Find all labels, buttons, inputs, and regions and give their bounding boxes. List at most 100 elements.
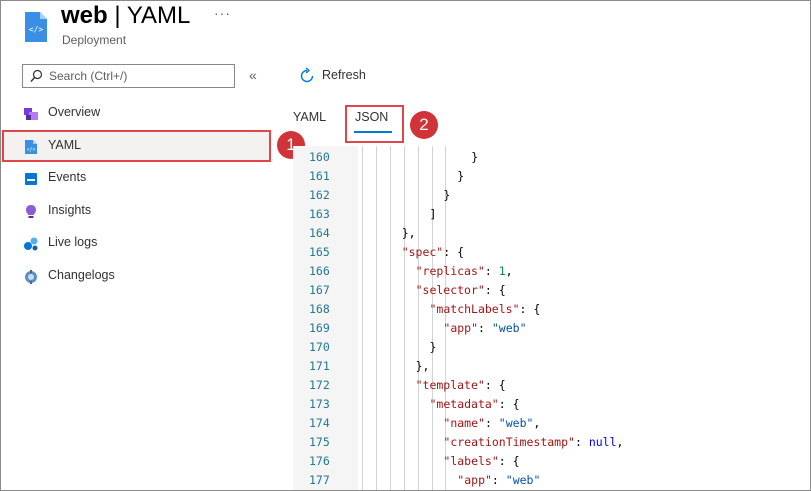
line-number: 177 — [309, 473, 330, 487]
yaml-file-icon: </> — [25, 12, 47, 42]
code-token: 1 — [498, 264, 506, 278]
code-line: 168 "matchLabels": { — [293, 298, 810, 317]
code-token: : { — [519, 302, 541, 316]
code-token: "web" — [491, 321, 527, 335]
code-text: "replicas": 1, — [416, 264, 513, 278]
code-text: } — [471, 150, 478, 164]
code-token: : { — [484, 283, 506, 297]
sidebar-item-insights[interactable]: Insights — [1, 195, 271, 228]
code-token: "selector" — [415, 283, 485, 297]
line-number: 163 — [309, 207, 330, 221]
code-token: }, — [401, 226, 416, 240]
more-button[interactable]: ··· — [214, 5, 231, 21]
json-editor[interactable]: 160} 161} 162} 163] 164}, 165 "spec": {166 "rep… — [293, 146, 810, 490]
line-number: 173 — [309, 397, 330, 411]
code-token: "spec" — [401, 245, 444, 259]
code-text: "matchLabels": { — [430, 302, 541, 316]
code-text: }, — [416, 359, 430, 373]
events-icon — [25, 173, 37, 185]
line-number: 170 — [309, 340, 330, 354]
code-text: "spec": { — [402, 245, 464, 259]
code-token: "labels" — [443, 454, 499, 468]
line-number: 160 — [309, 150, 330, 164]
code-line: 169 "app": "web" — [293, 317, 810, 336]
overview-icon — [24, 108, 38, 120]
code-token: : — [574, 435, 589, 449]
sidebar-item-live-logs[interactable]: Live logs — [1, 227, 271, 260]
annotation-highlight-yaml — [2, 129, 271, 162]
code-text: }, — [402, 226, 416, 240]
code-line: 160} — [293, 146, 810, 165]
live-logs-icon — [24, 237, 38, 251]
line-number: 164 — [309, 226, 330, 240]
code-text: "template": { — [416, 378, 506, 392]
refresh-label: Refresh — [322, 68, 366, 82]
code-token: : { — [443, 245, 465, 259]
line-number: 165 — [309, 245, 330, 259]
line-number: 176 — [309, 454, 330, 468]
sidebar-item-label: Changelogs — [48, 267, 115, 282]
sidebar-item-label: YAML — [48, 137, 82, 152]
code-line: 170} — [293, 336, 810, 355]
collapse-sidebar-button[interactable]: « — [249, 67, 257, 83]
code-line: 164}, — [293, 222, 810, 241]
code-line: 163] — [293, 203, 810, 222]
code-token: null — [588, 435, 617, 449]
search-icon — [30, 69, 43, 82]
code-token: , — [505, 264, 513, 278]
code-token: "metadata" — [429, 397, 499, 411]
code-token: "template" — [415, 378, 485, 392]
code-line: 176 "labels": { — [293, 450, 810, 469]
code-token: "name" — [443, 416, 485, 430]
code-line: 167 "selector": { — [293, 279, 810, 298]
tab-yaml[interactable]: YAML — [293, 110, 326, 124]
code-line: 162} — [293, 184, 810, 203]
code-token: , — [616, 435, 624, 449]
code-token: ] — [429, 207, 437, 221]
sidebar-item-label: Events — [48, 170, 87, 184]
code-token: "app" — [457, 473, 492, 487]
sidebar-item-changelogs[interactable]: Changelogs — [1, 260, 271, 293]
page-title-resource: web — [61, 2, 108, 29]
insights-icon — [26, 204, 36, 218]
code-text: } — [443, 188, 450, 202]
code-token: } — [457, 169, 465, 183]
code-text: } — [457, 169, 464, 183]
code-token: "app" — [443, 321, 479, 335]
line-number: 172 — [309, 378, 330, 392]
sidebar-nav: Overview </> YAML Events Insights Live l… — [1, 97, 271, 292]
code-token: : { — [484, 378, 506, 392]
code-line: 175 "creationTimestamp": null, — [293, 431, 810, 450]
line-number: 175 — [309, 435, 330, 449]
line-number: 166 — [309, 264, 330, 278]
changelogs-icon — [25, 269, 37, 284]
sidebar-item-yaml[interactable]: </> YAML — [1, 129, 271, 162]
resource-type: Deployment — [62, 33, 127, 47]
code-text: "app": "web" — [457, 473, 540, 487]
search-input[interactable]: Search (Ctrl+/) — [22, 64, 235, 88]
code-line: 165 "spec": { — [293, 241, 810, 260]
code-token: "replicas" — [415, 264, 485, 278]
code-line: 166 "replicas": 1, — [293, 260, 810, 279]
code-token: : — [478, 321, 492, 335]
page-title: web | YAML — [61, 2, 190, 30]
yaml-file-icon: </> — [25, 139, 37, 154]
line-number: 169 — [309, 321, 330, 335]
code-text: } — [430, 340, 437, 354]
sidebar-item-label: Live logs — [48, 235, 98, 249]
code-token: }, — [415, 359, 430, 373]
svg-text:</>: </> — [29, 25, 44, 34]
code-token: : { — [498, 454, 520, 468]
line-number: 162 — [309, 188, 330, 202]
sidebar-item-events[interactable]: Events — [1, 162, 271, 195]
code-token: : — [484, 416, 499, 430]
annotation-highlight-json — [345, 105, 404, 143]
code-line: 174 "name": "web", — [293, 412, 810, 431]
sidebar-item-overview[interactable]: Overview — [1, 97, 271, 130]
code-text: "app": "web" — [443, 321, 526, 335]
sidebar-item-label: Insights — [48, 202, 92, 217]
code-line: 161} — [293, 165, 810, 184]
code-token: } — [429, 340, 437, 354]
code-token: "web" — [505, 473, 541, 487]
code-token: : — [484, 264, 499, 278]
